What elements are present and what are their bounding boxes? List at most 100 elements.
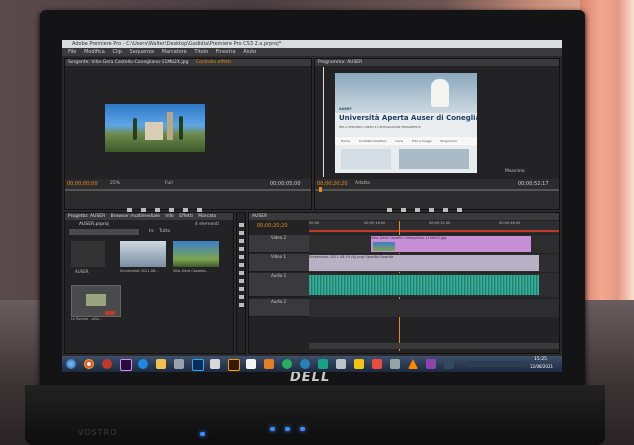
project-item-label: Screenshot 2021-08... [120,269,159,273]
menu-aiuto[interactable]: Aiuto [243,49,256,55]
zoom-tool-icon[interactable] [239,303,244,307]
project-file-name: AUSER.prproj [79,222,109,227]
project-search-input[interactable] [69,229,139,235]
clip-video2[interactable]: Villa-Gera Castello Conegliano-11Mb2X.jp… [371,236,531,252]
cypress-tree [179,116,183,140]
slide-person [431,79,449,107]
menu-sequenza[interactable]: Sequenza [130,49,155,55]
program-scrubber[interactable] [315,189,559,191]
program-timecode-right: 00;00;52;17 [518,181,549,187]
menu-modifica[interactable]: Modifica [84,49,105,55]
slip-tool-icon[interactable] [239,271,244,275]
slide-nav-item: Corsi [395,139,403,143]
source-tab-bar: Sorgente: Villa-Gera Castello-Conegliano… [65,59,311,66]
track-header-video2: Video 2 [249,235,309,253]
start-button-icon[interactable] [66,359,76,369]
app-icon[interactable] [318,359,328,369]
pen-tool-icon[interactable] [239,287,244,291]
slide-heading: Università Aperta Auser di Conegliano [339,114,477,122]
menu-marcatore[interactable]: Marcatore [162,49,187,55]
track-header-video1: Video 1 [249,254,309,272]
track-select-tool-icon[interactable] [239,231,244,235]
status-led-icon [285,427,290,431]
tab-program[interactable]: Programma: AUSER [318,60,362,65]
rolling-edit-tool-icon[interactable] [239,247,244,251]
menu-titolo[interactable]: Titolo [194,49,208,55]
opera-icon[interactable] [102,359,112,369]
app-icon[interactable] [372,359,382,369]
app-icon[interactable] [282,359,292,369]
power-led-icon [200,432,205,436]
hand-tool-icon[interactable] [239,295,244,299]
menu-file[interactable]: File [68,49,76,55]
tab-effects[interactable]: Effetti [179,214,193,219]
project-item-thumb[interactable] [71,241,105,267]
app-icon[interactable] [336,359,346,369]
source-fit-select[interactable]: Full [165,181,173,186]
windows-taskbar: 15:25 12/08/2021 [62,356,562,372]
source-controls: 00;00;00;00 25% Full 00;00;05;00 [65,179,311,212]
clock-date[interactable]: 12/08/2021 [530,364,553,369]
media-icon[interactable] [264,359,274,369]
clip-video1[interactable]: Screenshot 2021-08-19 (6).png Opacità:Op… [309,255,539,271]
program-quality-select[interactable]: Massima [505,169,525,174]
laptop-screen: Adobe Premiere Pro - C:\Users\Walter\Des… [62,40,562,372]
thumb-image [86,294,106,306]
clock-time[interactable]: 15:25 [534,357,547,362]
slide-content-block [341,149,391,169]
source-zoom-select[interactable]: 25% [110,181,120,186]
app-icon[interactable] [354,359,364,369]
timeline-ruler[interactable]: 00;00 00;00;16;00 00;00;32;00 00;00;48;0… [309,221,559,233]
track-video2: Villa-Gera Castello Conegliano-11Mb2X.jp… [309,235,559,253]
tab-project[interactable]: Progetto: AUSER [68,214,105,219]
vlc-icon[interactable] [408,359,418,369]
selection-tool-icon[interactable] [239,223,244,227]
tab-markers[interactable]: Marcato [198,214,216,219]
tab-info[interactable]: Info [165,214,174,219]
app-icon[interactable] [444,359,454,369]
ruler-tick-label: 00;00;32;00 [429,221,451,225]
project-item-thumb[interactable] [173,241,219,267]
system-tray[interactable] [467,361,527,367]
timeline-scrollbar[interactable] [309,343,559,349]
ripple-edit-tool-icon[interactable] [239,239,244,243]
rate-stretch-tool-icon[interactable] [239,255,244,259]
source-scrubber[interactable] [65,189,311,191]
project-item-count: 4 elementi [195,222,220,227]
menu-finestra[interactable]: Finestra [216,49,236,55]
app-icon[interactable] [300,359,310,369]
razor-tool-icon[interactable] [239,263,244,267]
slide-nav-item: Programmi [440,139,457,143]
project-item-thumb[interactable] [120,241,166,267]
work-area-bar[interactable] [309,230,559,232]
tab-source[interactable]: Sorgente: Villa-Gera Castello-Conegliano… [68,60,188,65]
app-icon[interactable] [390,359,400,369]
premiere-icon[interactable] [120,359,132,371]
slide-nav-item: Home [341,139,350,143]
tab-sequence[interactable]: AUSER [252,214,267,219]
illustrator-icon[interactable] [228,359,240,371]
document-icon[interactable] [246,359,256,369]
tower [167,112,173,140]
source-timecode-left: 00;00;00;00 [67,181,98,187]
photoshop-icon[interactable] [192,359,204,371]
track-header-audio2: Audio 2 [249,299,309,317]
app-icon[interactable] [426,359,436,369]
project-item-label: Le Rovine - villa... [71,317,102,321]
tab-effect-controls[interactable]: Controllo effetti [196,60,231,65]
app-icon[interactable] [174,359,184,369]
notepad-icon[interactable] [210,359,220,369]
tools-panel [236,212,246,354]
in-select[interactable]: Tutto [159,229,170,234]
slide-tool-icon[interactable] [239,279,244,283]
ie-icon[interactable] [138,359,148,369]
chrome-icon[interactable] [84,359,94,369]
clip-audio1[interactable] [309,275,539,295]
track-video1: Screenshot 2021-08-19 (6).png Opacità:Op… [309,254,559,272]
menu-clip[interactable]: Clip [112,49,121,55]
program-fit-select[interactable]: Adatta [355,181,370,186]
folder-icon[interactable] [156,359,166,369]
program-playhead[interactable] [319,187,322,192]
tab-media-browser[interactable]: Browser multimediale [111,214,160,219]
clip-label: Villa-Gera Castello Conegliano-11Mb2X.jp… [371,236,447,240]
